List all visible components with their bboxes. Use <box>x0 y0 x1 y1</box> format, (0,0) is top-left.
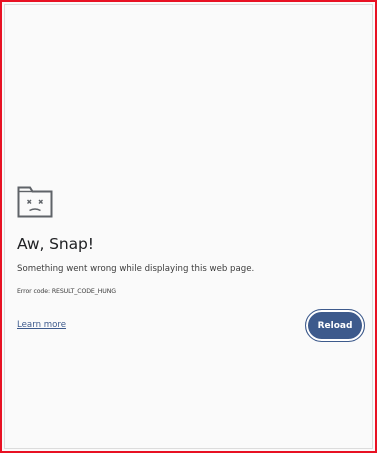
error-code: Error code: RESULT_CODE_HUNG <box>17 288 116 295</box>
content-border <box>4 4 373 449</box>
browser-window: Aw, Snap! Something went wrong while dis… <box>0 0 377 453</box>
sad-tab-icon <box>17 186 53 218</box>
reload-button[interactable]: Reload <box>305 309 365 342</box>
error-title: Aw, Snap! <box>17 235 94 253</box>
learn-more-link[interactable]: Learn more <box>17 320 66 330</box>
error-message: Something went wrong while displaying th… <box>17 264 255 274</box>
